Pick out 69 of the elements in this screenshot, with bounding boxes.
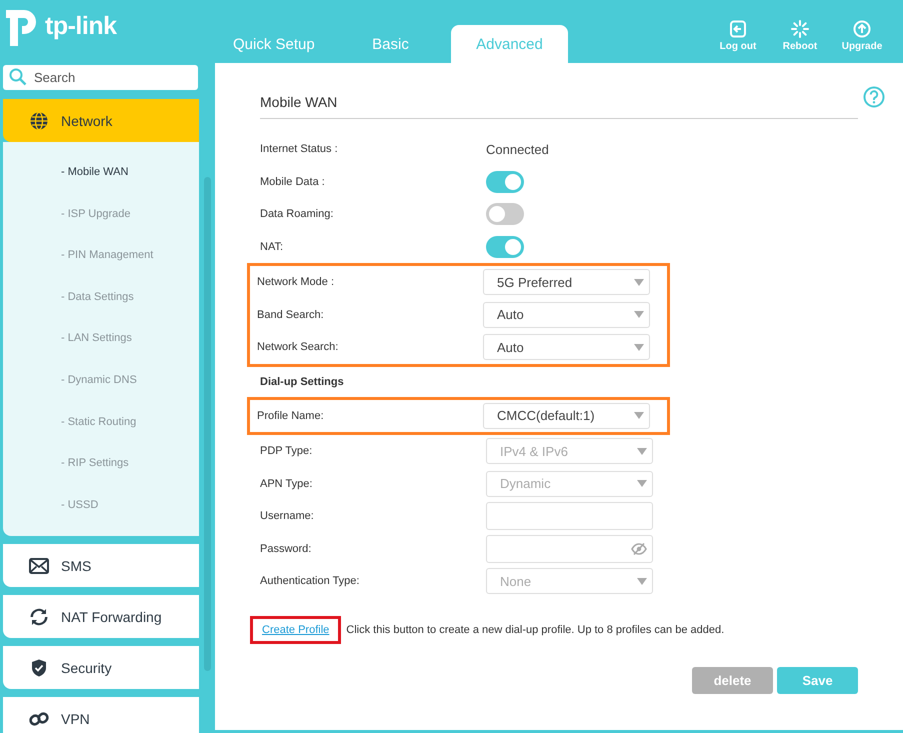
sidebar-item[interactable]: Network — [3, 99, 199, 142]
hidden-eye-icon — [631, 542, 647, 555]
dropdown[interactable]: Auto — [483, 302, 650, 328]
status-value: Connected — [486, 142, 549, 157]
nav-tab[interactable]: Quick Setup — [215, 25, 332, 63]
nav-tab[interactable]: Basic — [332, 25, 449, 63]
logout-icon — [729, 20, 747, 38]
nav-tab[interactable]: Advanced — [451, 25, 568, 63]
globe-icon — [29, 110, 49, 130]
create-profile-link[interactable]: Create Profile — [250, 616, 342, 644]
sidebar-item[interactable]: VPN — [3, 697, 199, 733]
upload-icon — [853, 20, 871, 38]
submenu-item[interactable]: - Dynamic DNS — [3, 360, 199, 402]
dropdown[interactable]: CMCC(default:1) — [483, 402, 650, 429]
field-label: Data Roaming: — [260, 208, 334, 220]
caret-icon — [634, 311, 644, 318]
toggle-switch[interactable] — [486, 236, 524, 258]
submenu-item[interactable]: - LAN Settings — [3, 318, 199, 360]
field-label: Username: — [260, 510, 315, 522]
field-label: Profile Name: — [257, 410, 325, 422]
chain-link-icon — [29, 712, 49, 726]
dropdown[interactable]: 5G Preferred — [483, 269, 650, 296]
field-label: Mobile Data : — [260, 176, 326, 188]
help-icon[interactable] — [863, 86, 885, 108]
envelope-icon — [29, 558, 49, 574]
field-label: NAT: — [260, 240, 284, 253]
shield-icon — [29, 658, 49, 677]
submenu-item[interactable]: - USSD — [3, 484, 199, 526]
header-action[interactable]: Upgrade — [833, 20, 891, 52]
header-action[interactable]: Reboot — [771, 20, 829, 52]
field-label: Network Search: — [257, 341, 340, 354]
field-label: Band Search: — [257, 308, 325, 321]
header-action[interactable]: Log out — [709, 20, 767, 52]
caret-icon — [637, 578, 647, 585]
submenu-item[interactable]: - PIN Management — [3, 235, 199, 277]
sidebar-item[interactable]: Security — [3, 646, 199, 690]
sidebar-item[interactable]: SMS — [3, 544, 199, 588]
field-label: PDP Type: — [260, 445, 314, 458]
toggle-switch[interactable] — [486, 203, 524, 226]
caret-icon — [637, 448, 647, 455]
sidebar-item[interactable]: NAT Forwarding — [3, 595, 199, 638]
spinner-icon — [791, 20, 809, 38]
field-label: Password: — [260, 542, 312, 555]
caret-icon — [634, 278, 644, 286]
submenu-item[interactable]: - Data Settings — [3, 276, 199, 318]
submenu-item[interactable]: - ISP Upgrade — [3, 194, 199, 236]
page-title: Mobile WAN — [260, 94, 858, 119]
field-label: Internet Status : — [260, 143, 339, 156]
search-field[interactable]: Search — [3, 65, 198, 90]
sync-icon — [29, 608, 49, 626]
field-label: Network Mode : — [257, 276, 336, 288]
section-heading: Dial-up Settings — [260, 376, 345, 388]
toggle-switch[interactable] — [486, 170, 524, 193]
submenu-item[interactable]: - RIP Settings — [3, 443, 199, 485]
submenu-item[interactable]: - Static Routing — [3, 402, 199, 444]
field-label: Authentication Type: — [260, 575, 360, 588]
password-field[interactable] — [486, 534, 653, 563]
save-button[interactable]: Save — [777, 666, 858, 694]
caret-icon — [634, 412, 644, 420]
delete-button[interactable]: delete — [692, 666, 773, 694]
caret-icon — [637, 480, 647, 488]
dropdown[interactable]: Auto — [483, 334, 650, 360]
caret-icon — [634, 344, 644, 351]
submenu-item[interactable]: - Mobile WAN — [3, 152, 199, 194]
logo-text: tp-link — [45, 12, 116, 41]
input-field[interactable] — [486, 502, 653, 530]
field-label: APN Type: — [260, 478, 314, 490]
help-text: Click this button to create a new dial-up profile. Up to 8 profiles can be added. — [346, 624, 724, 636]
search-icon — [9, 68, 27, 86]
